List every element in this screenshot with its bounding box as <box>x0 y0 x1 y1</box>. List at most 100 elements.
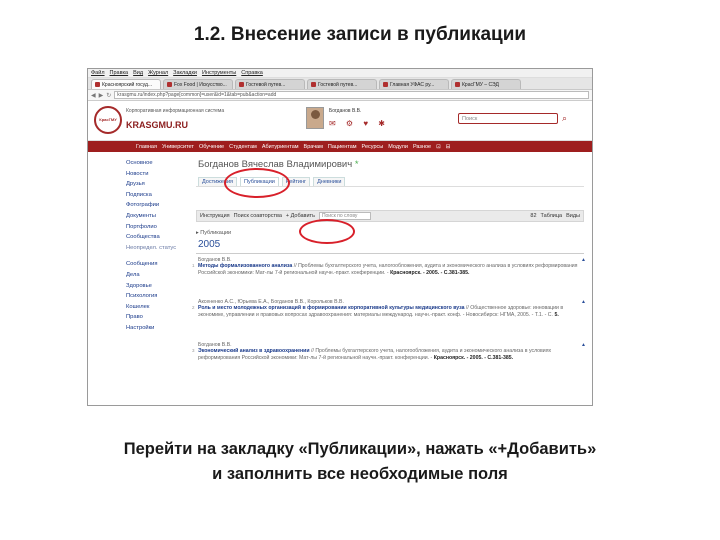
sort-arrow-icon[interactable]: ▲ <box>581 257 586 263</box>
browser-tab-label: Гостевой путев... <box>318 82 358 88</box>
site-nav-item[interactable]: Врачам <box>304 144 323 150</box>
sidebar-item[interactable]: Неопредел. статус <box>126 243 186 254</box>
site-nav-item[interactable]: ⊡ <box>436 144 441 150</box>
browser-tab[interactable]: КрасГМУ – СЭД <box>451 79 521 89</box>
item-number: 1 <box>192 263 195 268</box>
publications-header: ▸ Публикации <box>196 230 232 236</box>
site-main-nav: Главная Университет Обучение Студентам Абиту… <box>88 141 592 152</box>
table-view-button[interactable]: Таблица <box>541 213 563 219</box>
address-bar: ◀ ▶ ↻ krasgmu.ru/index.php?page[common]=… <box>88 90 592 101</box>
sidebar-item[interactable]: Психология <box>126 291 186 302</box>
item-tail: Красноярск. - 2005. - С.381-385. <box>433 354 514 361</box>
browser-tabs: Красноярский госуд... Fox Food | Искусств… <box>88 78 592 90</box>
user-action-icons[interactable]: ✉ ⚙ ♥ ✱ <box>329 119 389 128</box>
avatar[interactable] <box>306 107 324 129</box>
views-button[interactable]: Виды <box>566 213 580 219</box>
site-nav-item[interactable]: Главная <box>136 144 157 150</box>
magnifier-icon[interactable]: ⌕ <box>562 113 567 124</box>
sidebar-item[interactable]: Новости <box>126 169 186 180</box>
list-item: 1 Богданов В.В. Методы формализованного ан… <box>192 257 586 276</box>
site-nav-item[interactable]: Студентам <box>229 144 257 150</box>
item-title[interactable]: Методы формализованного анализа <box>198 263 292 269</box>
site-nav-item[interactable]: Университет <box>162 144 194 150</box>
item-text: Экономический анализ в здравоохранении /… <box>198 348 582 361</box>
browser-tab[interactable]: Красноярский госуд... <box>91 79 161 89</box>
browser-tab[interactable]: Fox Food | Искусство... <box>163 79 233 89</box>
profile-content: Основное Новости Друзья Подписка Фотографии Д… <box>88 152 592 377</box>
site-nav-item[interactable]: Пациентам <box>328 144 357 150</box>
browser-tab[interactable]: Гостевой путев... <box>307 79 377 89</box>
forward-arrow-icon[interactable]: ▶ <box>99 92 104 99</box>
year-divider <box>196 253 584 254</box>
site-nav-item[interactable]: Обучение <box>199 144 224 150</box>
item-number: 2 <box>192 305 195 310</box>
site-search-input[interactable]: Поиск <box>458 113 558 124</box>
url-field[interactable]: krasgmu.ru/index.php?page[common]=user&i… <box>114 91 589 99</box>
list-item: 3 Богданов В.В. Экономический анализ в здр… <box>192 342 586 361</box>
instruction-button[interactable]: Инструкция <box>200 213 230 219</box>
reload-icon[interactable]: ↻ <box>106 92 111 99</box>
menu-item[interactable]: Закладки <box>173 70 197 76</box>
sort-arrow-icon[interactable]: ▲ <box>581 299 586 305</box>
favicon-icon <box>311 82 316 87</box>
site-logo[interactable]: КрасГМУ <box>94 106 122 134</box>
site-nav-item[interactable]: Модули <box>388 144 408 150</box>
menu-item[interactable]: Журнал <box>148 70 168 76</box>
left-sidebar: Основное Новости Друзья Подписка Фотографии Д… <box>126 158 186 334</box>
browser-screenshot: Файл Правка Вид Журнал Закладки Инструменты Сп… <box>87 68 593 406</box>
menu-item[interactable]: Правка <box>110 70 129 76</box>
sidebar-item[interactable]: Право <box>126 312 186 323</box>
portal-name: Корпоративная информационная система <box>126 108 225 114</box>
browser-tab[interactable]: Главная УФАС ру... <box>379 79 449 89</box>
browser-tab-label: КрасГМУ – СЭД <box>462 82 499 88</box>
site-nav-item[interactable]: Ресурсы <box>362 144 384 150</box>
back-arrow-icon[interactable]: ◀ <box>91 92 96 99</box>
browser-tab-label: Красноярский госуд... <box>102 82 153 88</box>
menu-item[interactable]: Справка <box>241 70 263 76</box>
sidebar-item[interactable]: Подписка <box>126 190 186 201</box>
portal-brand[interactable]: KRASGMU.RU <box>126 120 188 130</box>
sidebar-item[interactable]: Фотографии <box>126 200 186 211</box>
favicon-icon <box>239 82 244 87</box>
publications-toolbar: Инструкция Поиск соавторства + Добавить … <box>196 210 584 222</box>
sidebar-item[interactable]: Друзья <box>126 179 186 190</box>
profile-name: Богданов Вячеслав Владимирович * <box>198 159 359 170</box>
slide-caption: Перейти на закладку «Публикации», нажать… <box>0 437 720 487</box>
menu-item[interactable]: Файл <box>91 70 105 76</box>
menu-item[interactable]: Вид <box>133 70 143 76</box>
sidebar-item[interactable]: Сообщения <box>126 259 186 270</box>
item-title[interactable]: Роль и место молодежных организаций в фо… <box>198 305 464 311</box>
highlight-tab-publications <box>224 168 290 198</box>
favicon-icon <box>383 82 388 87</box>
browser-tab-label: Fox Food | Искусство... <box>174 82 227 88</box>
item-title[interactable]: Экономический анализ в здравоохранении <box>198 348 310 354</box>
menu-item[interactable]: Инструменты <box>202 70 236 76</box>
sidebar-item[interactable]: Портфолио <box>126 222 186 233</box>
sidebar-item[interactable]: Сообщества <box>126 232 186 243</box>
caption-line-1: Перейти на закладку «Публикации», нажать… <box>123 440 597 458</box>
publication-count: 82 <box>530 213 537 219</box>
item-text: Роль и место молодежных организаций в фо… <box>198 305 582 318</box>
site-nav-item[interactable]: Разное <box>413 144 431 150</box>
sidebar-item[interactable]: Настройки <box>126 323 186 334</box>
sidebar-item[interactable]: Кошелек <box>126 302 186 313</box>
site-header: КрасГМУ Корпоративная информационная сис… <box>88 101 592 141</box>
site-nav-item[interactable]: Абитуриентам <box>262 144 299 150</box>
sidebar-item[interactable]: Основное <box>126 158 186 169</box>
year-heading: 2005 <box>198 239 221 250</box>
browser-tab-label: Гостевой путев... <box>246 82 286 88</box>
slide-title: 1.2. Внесение записи в публикации <box>193 24 527 45</box>
sidebar-item[interactable]: Дела <box>126 270 186 281</box>
user-name[interactable]: Богданов В.В. <box>329 108 361 114</box>
coauthor-search-button[interactable]: Поиск соавторства <box>234 213 282 219</box>
sidebar-item[interactable]: Документы <box>126 211 186 222</box>
sidebar-item[interactable]: Здоровье <box>126 281 186 292</box>
browser-menubar: Файл Правка Вид Журнал Закладки Инструменты Сп… <box>88 69 592 78</box>
add-publication-button[interactable]: + Добавить <box>286 213 315 219</box>
sort-arrow-icon[interactable]: ▲ <box>581 342 586 348</box>
browser-tab-label: Главная УФАС ру... <box>390 82 435 88</box>
browser-tab[interactable]: Гостевой путев... <box>235 79 305 89</box>
site-nav-item[interactable]: ⊟ <box>446 144 451 150</box>
item-text: Методы формализованного анализа // Пробл… <box>198 263 582 276</box>
favicon-icon <box>167 82 172 87</box>
